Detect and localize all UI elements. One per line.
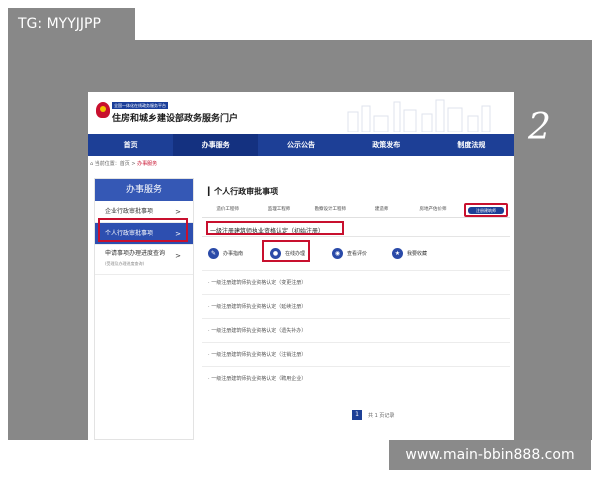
list-item[interactable]: · 一级注册建筑师执业资格认定（注销注册） xyxy=(202,342,510,366)
favorite-button[interactable]: ★ 我要收藏 xyxy=(392,244,427,262)
highlight-box-item xyxy=(206,221,344,235)
national-emblem-icon xyxy=(96,102,110,118)
sidebar-header: 办事服务 xyxy=(95,179,193,201)
sidebar-item-label: 企业行政审批事项 xyxy=(105,208,154,215)
tab-supervision-engineer[interactable]: 监理工程师 xyxy=(253,202,304,217)
portal-screen: 全国一体化在线政务服务平台 住房和城乡建设部政务服务门户 首页 办事服务 公示公… xyxy=(88,92,514,440)
nav-services[interactable]: 办事服务 xyxy=(173,134,259,156)
list-item[interactable]: · 一级注册建筑师执业资格认定（变更注册） xyxy=(202,270,510,294)
highlight-box-online-apply xyxy=(262,240,310,262)
handwritten-number: 2 xyxy=(528,107,551,148)
breadcrumb-current[interactable]: 办事服务 xyxy=(137,161,157,167)
tab-registered-architect[interactable]: 注册建筑师 xyxy=(468,207,504,214)
nav-regulations[interactable]: 制度法规 xyxy=(429,134,514,156)
divider xyxy=(202,236,510,237)
main-content: ▎个人行政审批事项 造价工程师 监理工程师 勘察设计工程师 建造师 房地产估价师… xyxy=(202,178,514,440)
view-rating-label: 查看评价 xyxy=(347,250,368,257)
list-item[interactable]: · 一级注册建筑师执业资格认定（聘用企业） xyxy=(202,366,510,390)
list-item-label: 一级注册建筑师执业资格认定（聘用企业） xyxy=(211,376,307,382)
nav-announcements[interactable]: 公示公告 xyxy=(258,134,343,156)
tag-label: TG: MYYJJPP xyxy=(8,8,135,40)
list-item-label: 一级注册建筑师执业资格认定（注销注册） xyxy=(211,352,307,358)
list-item-label: 一级注册建筑师执业资格认定（延续注册） xyxy=(211,304,307,310)
section-heading: ▎个人行政审批事项 xyxy=(208,187,279,196)
watermark: www.main-bbin888.com xyxy=(389,440,591,470)
chat-icon: ◉ xyxy=(332,247,343,259)
city-skyline-icon xyxy=(347,99,491,132)
portal-badge: 全国一体化在线政务服务平台 xyxy=(112,102,168,109)
view-rating-button[interactable]: ◉ 查看评价 xyxy=(332,244,367,262)
page-summary: 共 1 页记录 xyxy=(368,412,395,419)
breadcrumb: ⌂ 当前位置：首页 > 办事服务 xyxy=(90,160,157,167)
list-item[interactable]: · 一级注册建筑师执业资格认定（延续注册） xyxy=(202,294,510,318)
page-1-button[interactable]: 1 xyxy=(352,410,362,420)
guide-button[interactable]: ✎ 办事指南 xyxy=(208,244,243,262)
sidebar-item-progress-query[interactable]: 申请事项办理进度查询 (受理及办理进度查询) > xyxy=(95,245,193,275)
pencil-icon: ✎ xyxy=(208,247,219,259)
tab-constructor[interactable]: 建造师 xyxy=(356,202,407,217)
site-title: 住房和城乡建设部政务服务门户 xyxy=(112,114,239,124)
stage: TG: MYYJJPP 2 全国一体化在线政务服务平台 住房和城乡建设部政务服务… xyxy=(0,0,600,480)
list-item[interactable]: · 一级注册建筑师执业资格认定（遗失补办） xyxy=(202,318,510,342)
chevron-right-icon: > xyxy=(175,252,181,260)
tab-survey-design-engineer[interactable]: 勘察设计工程师 xyxy=(305,202,356,217)
portal-header: 全国一体化在线政务服务平台 住房和城乡建设部政务服务门户 xyxy=(88,92,514,134)
nav-home[interactable]: 首页 xyxy=(88,134,173,156)
sidebar-item-label: 申请事项办理进度查询 xyxy=(105,250,166,257)
breadcrumb-prefix: 当前位置：首页 > xyxy=(94,161,138,167)
star-icon: ★ xyxy=(392,247,403,259)
section-heading-text: 个人行政审批事项 xyxy=(214,187,279,196)
action-bar: ✎ 办事指南 ● 在线办理 ◉ 查看评价 ★ 我要收藏 xyxy=(202,244,510,262)
guide-button-label: 办事指南 xyxy=(223,250,244,257)
tab-real-estate-appraiser[interactable]: 房地产估价师 xyxy=(407,202,458,217)
list-item-label: 一级注册建筑师执业资格认定（变更注册） xyxy=(211,280,307,286)
highlight-box-sidebar xyxy=(98,218,188,242)
tab-cost-engineer[interactable]: 造价工程师 xyxy=(202,202,253,217)
pagination: 1 共 1 页记录 xyxy=(352,410,394,420)
nav-policy[interactable]: 政策发布 xyxy=(344,134,429,156)
list-item-label: 一级注册建筑师执业资格认定（遗失补办） xyxy=(211,328,307,334)
main-nav: 首页 办事服务 公示公告 政策发布 制度法规 xyxy=(88,134,514,156)
favorite-label: 我要收藏 xyxy=(407,250,428,257)
